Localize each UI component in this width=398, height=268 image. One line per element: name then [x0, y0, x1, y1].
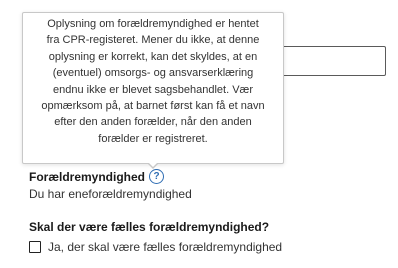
tooltip-line: forælder er registreret. — [98, 132, 208, 145]
joint-custody-checkbox[interactable] — [29, 241, 41, 253]
tooltip-line: (eventuel) omsorgs- og ansvarserklæring — [52, 67, 254, 80]
joint-custody-checkbox-label: Ja, der skal være fælles forældremyndigh… — [48, 240, 283, 254]
custody-label: Forældremyndighed — [29, 169, 146, 184]
page: Oplysning om forældremyndighed er hentet… — [0, 0, 398, 268]
custody-field-label: Forældremyndighed ? — [29, 169, 165, 184]
tooltip-line: Oplysning om forældremyndighed er hentet — [47, 18, 259, 30]
tooltip-line: efter den anden forælder, når den anden — [54, 116, 252, 129]
tooltip-line: endnu ikke er blevet sagsbehandlet. Vær — [53, 83, 253, 96]
joint-custody-question: Skal der være fælles forældremyndighed? — [29, 220, 270, 234]
joint-custody-option[interactable]: Ja, der skal være fælles forældremyndigh… — [29, 240, 282, 254]
tooltip-arrow-fill — [148, 162, 158, 167]
tooltip-line: opmærksom på, at barnet først kan få et … — [41, 100, 265, 113]
tooltip-line: oplysning er korrekt, kan det skyldes, a… — [48, 50, 258, 63]
custody-value: Du har eneforældremyndighed — [29, 187, 192, 201]
tooltip-line: fra CPR-registeret. Mener du ikke, at de… — [46, 34, 260, 47]
help-icon[interactable]: ? — [149, 169, 165, 184]
help-tooltip: Oplysning om forældremyndighed er hentet… — [22, 12, 284, 164]
